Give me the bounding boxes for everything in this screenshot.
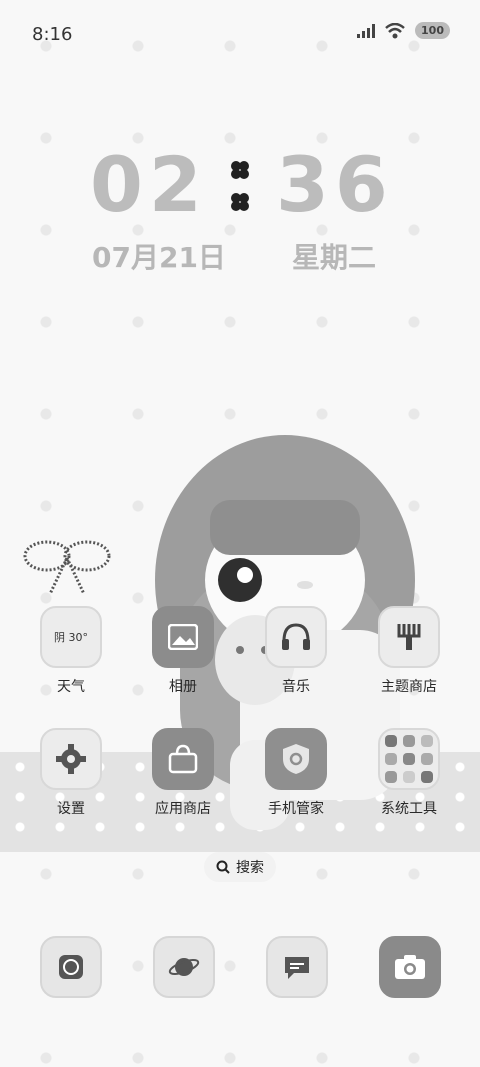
browser-planet-icon — [153, 936, 215, 998]
theme-store-icon — [378, 606, 440, 668]
gallery-icon — [152, 606, 214, 668]
shopping-bag-icon — [152, 728, 214, 790]
camera-icon — [379, 936, 441, 998]
dock-browser[interactable] — [153, 936, 215, 998]
clock-weekday: 星期二 — [292, 241, 377, 274]
clock-widget[interactable]: 02 36 — [90, 140, 390, 230]
app-phone-manager[interactable]: 手机管家 — [251, 728, 341, 818]
search-icon — [216, 860, 230, 874]
app-gallery[interactable]: 相册 — [138, 606, 228, 696]
app-settings[interactable]: 设置 — [26, 728, 116, 818]
headphones-icon — [265, 606, 327, 668]
app-theme-store[interactable]: 主题商店 — [364, 606, 454, 696]
shield-icon — [265, 728, 327, 790]
clock-date: 07月21日 — [92, 241, 226, 274]
app-app-store[interactable]: 应用商店 — [138, 728, 228, 818]
dock-phone-chat[interactable] — [40, 936, 102, 998]
message-icon — [266, 936, 328, 998]
wifi-icon — [385, 22, 405, 38]
status-time: 8:16 — [32, 24, 73, 45]
clock-minutes: 36 — [276, 140, 394, 229]
status-bar: 8:16 100 — [0, 0, 480, 68]
gear-icon — [40, 728, 102, 790]
clock-hours: 02 — [90, 140, 208, 229]
clover-separator-icon — [231, 161, 249, 211]
app-music[interactable]: 音乐 — [251, 606, 341, 696]
signal-icon — [357, 23, 376, 38]
search-label: 搜索 — [236, 860, 264, 876]
app-weather[interactable]: 阴 30° 天气 — [26, 606, 116, 696]
phone-chat-icon — [40, 936, 102, 998]
app-system-tools-folder[interactable]: 系统工具 — [364, 728, 454, 818]
weather-icon: 阴 30° — [40, 606, 102, 668]
dock-messages[interactable] — [266, 936, 328, 998]
dock-camera[interactable] — [379, 936, 441, 998]
folder-icon — [378, 728, 440, 790]
bow-decoration — [23, 540, 111, 595]
search-button[interactable]: 搜索 — [204, 852, 276, 882]
battery-indicator: 100 — [415, 22, 450, 39]
